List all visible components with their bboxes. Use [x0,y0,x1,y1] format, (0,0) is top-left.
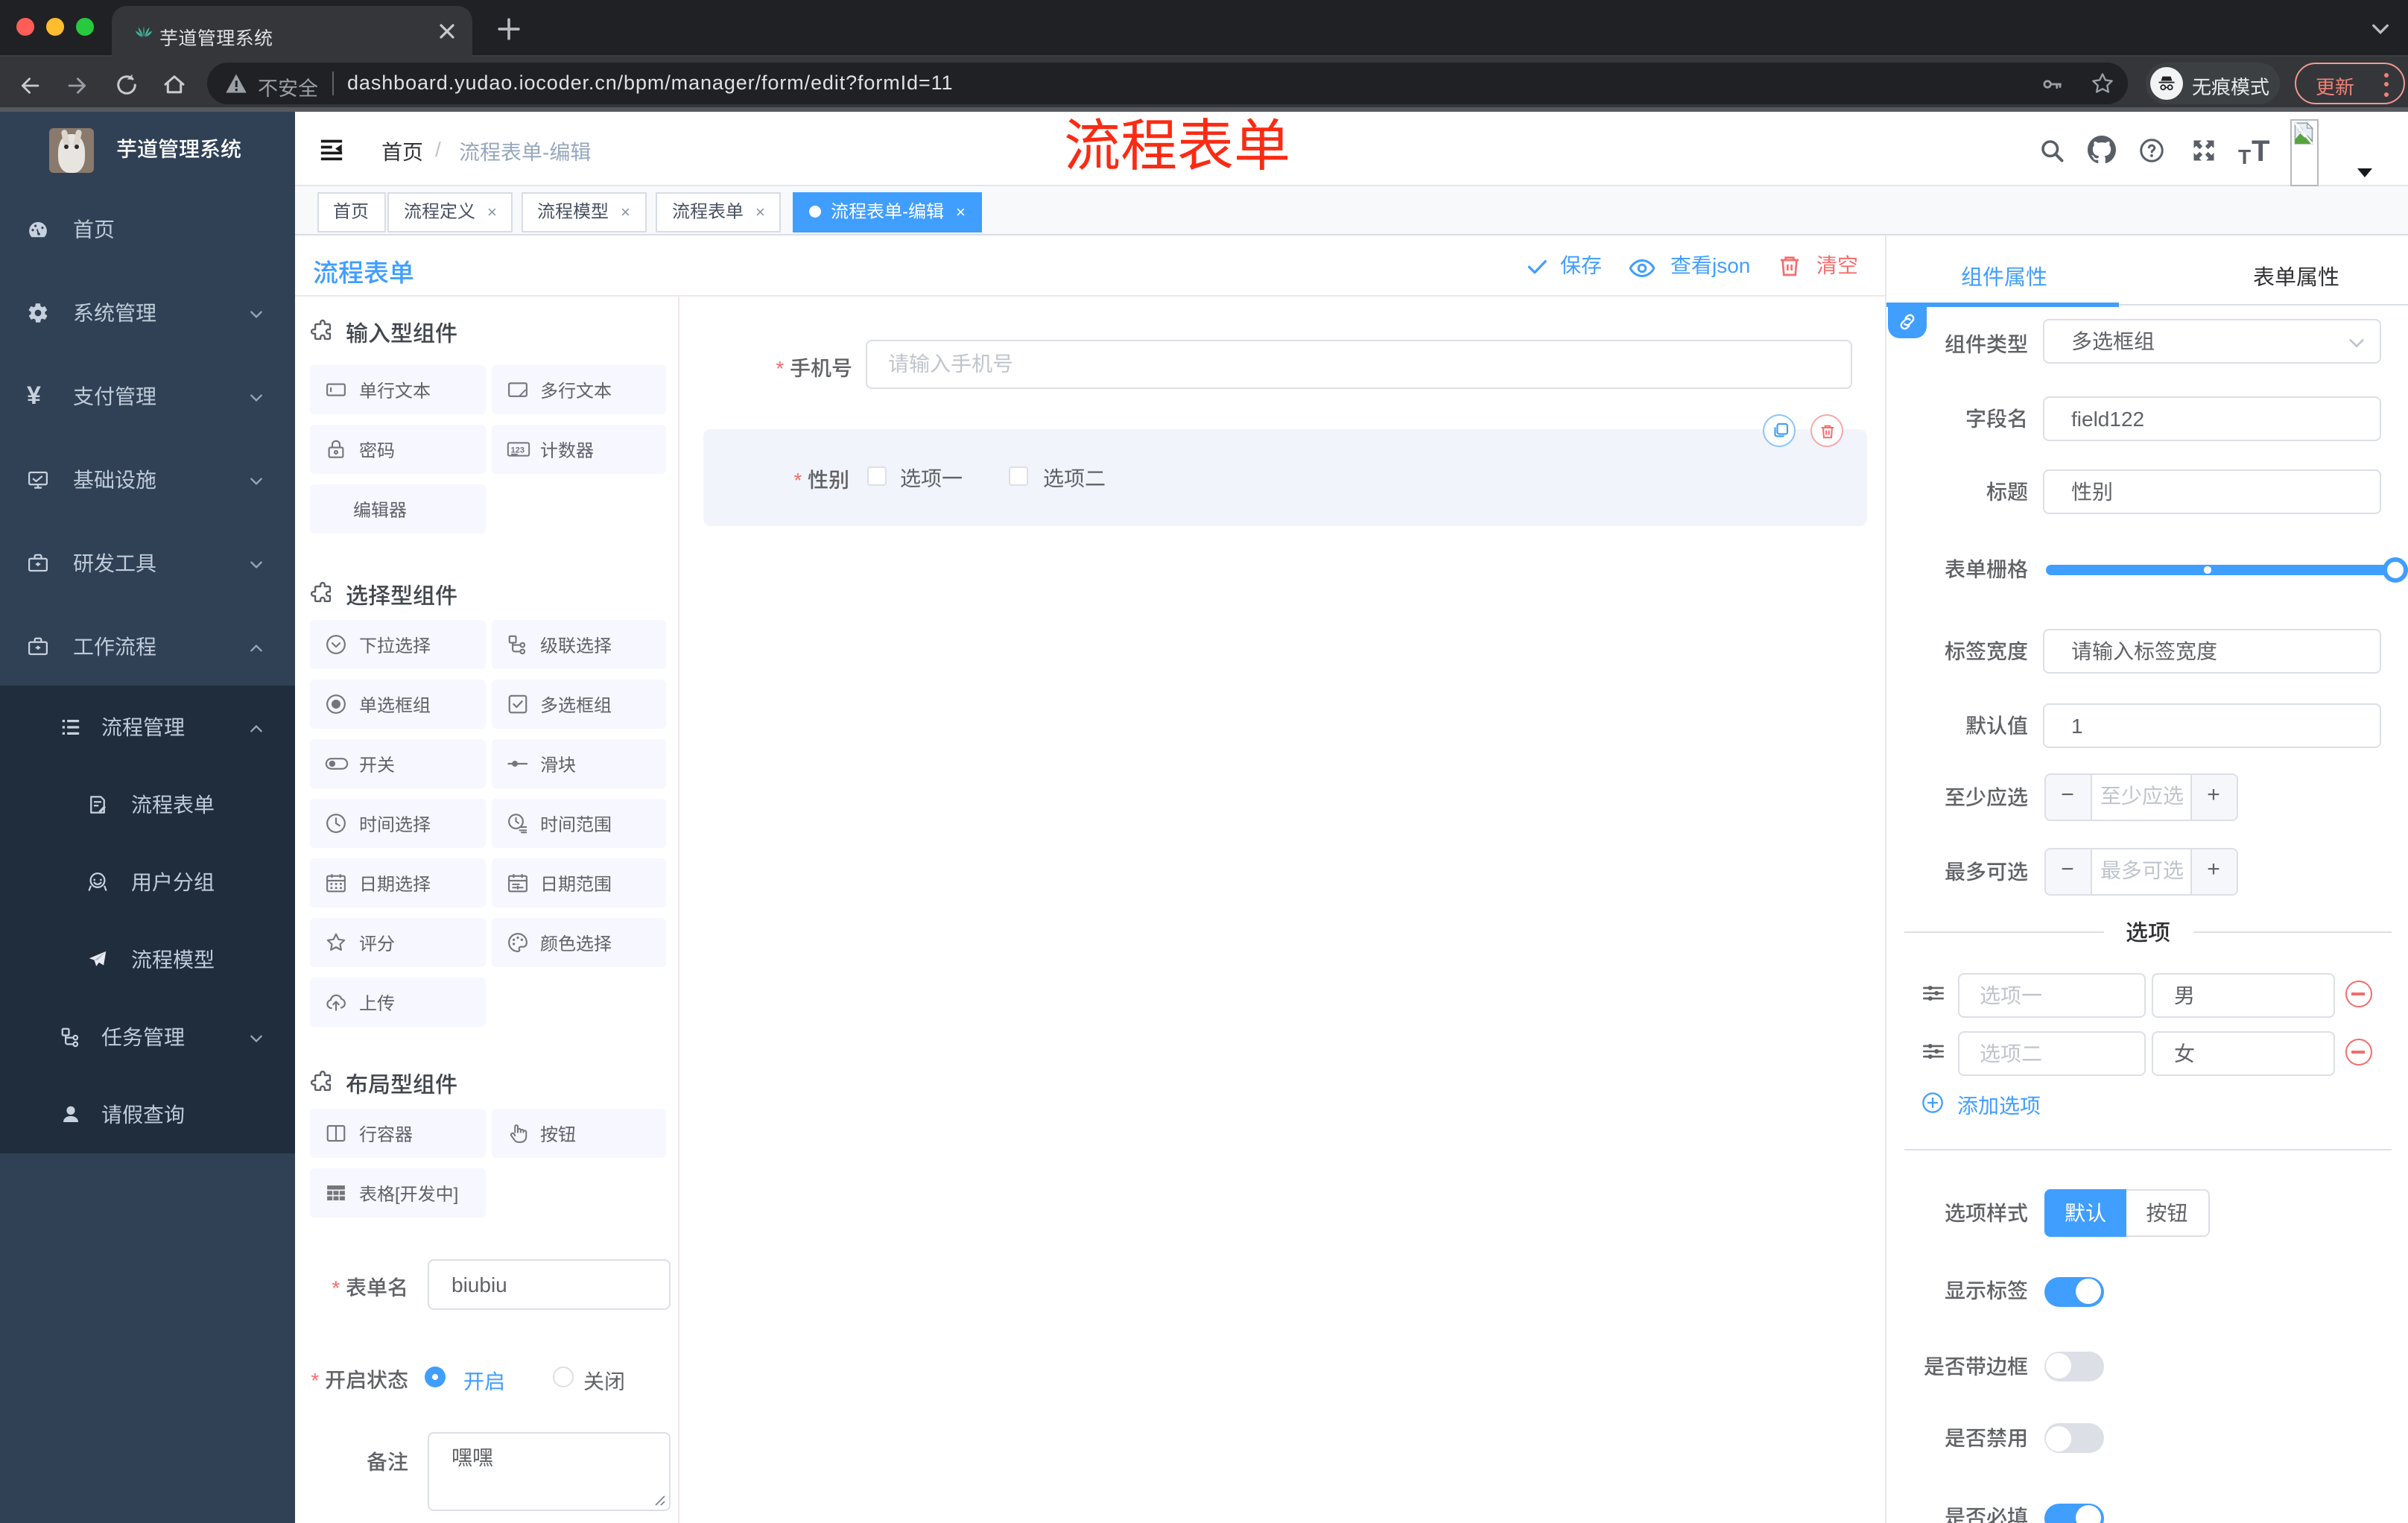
svg-text:123: 123 [510,446,524,455]
